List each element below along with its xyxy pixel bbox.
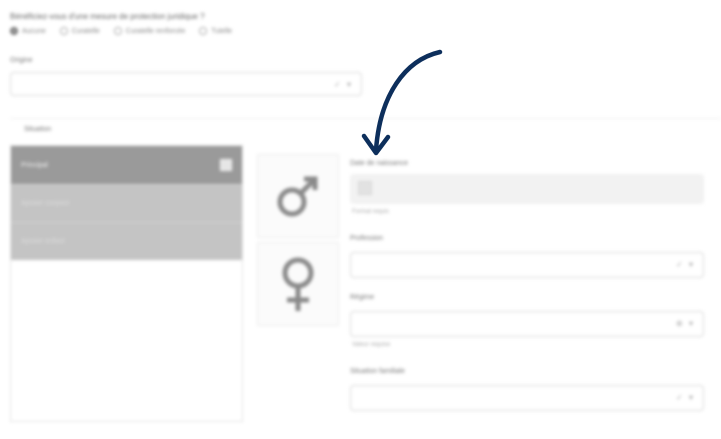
- radio-label: Aucune: [22, 27, 46, 35]
- protection-radio-group: Aucune Curatelle Curatelle renforcée Tut…: [10, 27, 232, 35]
- dropdown-tools-icon[interactable]: ✓ ▾: [676, 393, 695, 402]
- radio-option-aucune[interactable]: Aucune: [10, 27, 46, 35]
- list-item-add-child[interactable]: Ajouter enfant: [11, 222, 242, 260]
- regime-select[interactable]: ⊗ ▾: [350, 311, 704, 337]
- radio-dot[interactable]: [199, 27, 208, 35]
- person-list: Principal Ajouter conjoint Ajouter enfan…: [10, 145, 243, 422]
- radio-dot[interactable]: [59, 27, 68, 35]
- dropdown-tools-icon[interactable]: ✓ ▾: [676, 260, 695, 269]
- origine-select[interactable]: ✓ ▾: [10, 72, 362, 96]
- profession-label: Profession: [350, 235, 384, 242]
- situation-familiale-select[interactable]: ✓ ▾: [350, 385, 704, 411]
- list-item-principal[interactable]: Principal: [11, 146, 242, 184]
- list-item-label: Principal: [21, 161, 48, 169]
- calendar-icon[interactable]: [358, 181, 372, 195]
- origine-label: Origine: [10, 57, 33, 64]
- birthdate-hint: Format requis: [352, 209, 390, 215]
- situation-title: Situation: [24, 126, 52, 133]
- birthdate-input[interactable]: [350, 174, 704, 204]
- list-item-add-spouse[interactable]: Ajouter conjoint: [11, 184, 242, 222]
- dropdown-tools-icon[interactable]: ⊗ ▾: [676, 319, 695, 328]
- radio-label: Curatelle: [71, 27, 100, 35]
- pointer-arrow-icon: [361, 49, 443, 156]
- radio-dot[interactable]: [113, 27, 122, 35]
- list-item-label: Ajouter conjoint: [21, 200, 70, 207]
- profession-select[interactable]: ✓ ▾: [350, 252, 704, 278]
- situation-familiale-label: Situation familiale: [350, 368, 405, 375]
- radio-dot[interactable]: [10, 27, 18, 35]
- radio-label: Tutelle: [211, 27, 233, 35]
- radio-option-tutelle[interactable]: Tutelle: [199, 27, 232, 35]
- gender-male-card[interactable]: [257, 154, 339, 238]
- gender-female-card[interactable]: [257, 242, 339, 326]
- regime-hint: Valeur requise: [352, 342, 391, 348]
- radio-option-curatelle[interactable]: Curatelle: [59, 27, 100, 35]
- radio-label: Curatelle renforcée: [125, 27, 186, 35]
- male-symbol-icon: [277, 176, 318, 217]
- female-symbol-icon: [282, 257, 314, 311]
- protection-question: Bénéficiez-vous d'une mesure de protecti…: [10, 12, 205, 21]
- radio-option-curatelle-renforcee[interactable]: Curatelle renforcée: [113, 27, 186, 35]
- list-item-label: Ajouter enfant: [21, 238, 65, 245]
- regime-label: Régime: [350, 294, 375, 301]
- edit-square-icon[interactable]: [220, 159, 232, 171]
